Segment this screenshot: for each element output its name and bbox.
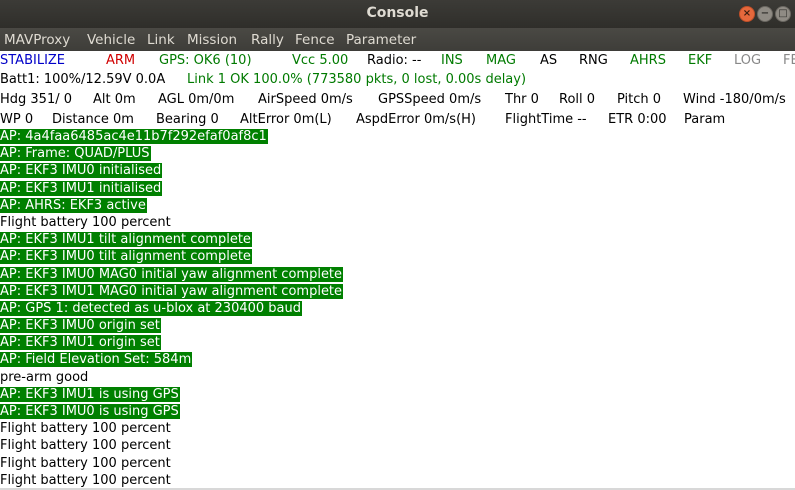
log-line-text: AP: EKF3 IMU0 initialised — [0, 163, 163, 179]
log-line: Flight battery 100 percent — [0, 420, 795, 437]
menu-fence[interactable]: Fence — [295, 32, 335, 48]
flight-time-readout: FlightTime -- — [505, 112, 587, 127]
vcc-status: Vcc 5.00 — [292, 53, 349, 68]
log-line-text: Flight battery 100 percent — [0, 214, 171, 230]
etr-readout: ETR 0:00 — [608, 112, 667, 127]
log-line: AP: EKF3 IMU1 is using GPS — [0, 386, 795, 403]
battery-status: Batt1: 100%/12.59V 0.0A — [0, 72, 166, 87]
log-line-text: Flight battery 100 percent — [0, 472, 171, 488]
maximize-button[interactable]: □ — [775, 6, 791, 22]
log-line: Flight battery 100 percent — [0, 214, 795, 231]
log-line-text: AP: Frame: QUAD/PLUS — [0, 146, 151, 162]
bearing-readout: Bearing 0 — [156, 112, 219, 127]
log-line: AP: EKF3 IMU0 initialised — [0, 162, 795, 179]
rng-status: RNG — [579, 53, 608, 68]
airspeed-readout: AirSpeed 0m/s — [258, 92, 353, 107]
gpsspeed-readout: GPSSpeed 0m/s — [378, 92, 482, 107]
arm-status: ARM — [106, 53, 136, 68]
ins-status: INS — [441, 53, 463, 68]
log-line: AP: EKF3 IMU0 is using GPS — [0, 403, 795, 420]
log-line-text: AP: EKF3 IMU1 origin set — [0, 335, 161, 351]
as-status: AS — [540, 53, 558, 68]
alt-error-readout: AltError 0m(L) — [240, 112, 332, 127]
ekf-status: EKF — [688, 53, 713, 68]
waypoint-readout: WP 0 — [0, 112, 34, 127]
gps-status: GPS: OK6 (10) — [159, 53, 252, 68]
log-line: Flight battery 100 percent — [0, 472, 795, 489]
log-line: AP: EKF3 IMU1 tilt alignment complete — [0, 231, 795, 248]
status-row-4: WP 0 Distance 0m Bearing 0 AltError 0m(L… — [0, 110, 795, 130]
menu-mavproxy[interactable]: MAVProxy — [4, 32, 70, 48]
wind-readout: Wind -180/0m/s — [683, 92, 786, 107]
log-line-text: AP: EKF3 IMU1 initialised — [0, 180, 163, 196]
log-line: AP: Frame: QUAD/PLUS — [0, 145, 795, 162]
throttle-readout: Thr 0 — [505, 92, 539, 107]
log-line: AP: 4a4faa6485ac4e11b7f292efaf0af8c1 — [0, 128, 795, 145]
title-bar: Console × − □ — [0, 0, 795, 28]
pitch-readout: Pitch 0 — [617, 92, 662, 107]
log-line: AP: GPS 1: detected as u-blox at 230400 … — [0, 300, 795, 317]
log-line: AP: EKF3 IMU1 origin set — [0, 334, 795, 351]
menu-mission[interactable]: Mission — [187, 32, 237, 48]
log-line-text: AP: GPS 1: detected as u-blox at 230400 … — [0, 300, 303, 316]
log-line: AP: EKF3 IMU0 origin set — [0, 317, 795, 334]
log-line-text: AP: EKF3 IMU0 is using GPS — [0, 404, 180, 419]
minimize-button[interactable]: − — [757, 6, 773, 22]
param-readout: Param — [684, 112, 726, 127]
heading-readout: Hdg 351/ 0 — [0, 92, 73, 107]
log-line: AP: Field Elevation Set: 584m — [0, 351, 795, 368]
console-log[interactable]: AP: 4a4faa6485ac4e11b7f292efaf0af8c1 AP: … — [0, 128, 795, 490]
menu-parameter[interactable]: Parameter — [346, 32, 416, 48]
log-line-text: Flight battery 100 percent — [0, 455, 171, 471]
log-line-text: AP: EKF3 IMU1 is using GPS — [0, 386, 180, 402]
mag-status: MAG — [486, 53, 516, 68]
altitude-readout: Alt 0m — [93, 92, 136, 107]
log-line-text: AP: EKF3 IMU1 MAG0 initial yaw alignment… — [0, 283, 344, 299]
log-line-text: AP: AHRS: EKF3 active — [0, 197, 147, 213]
log-line: pre-arm good — [0, 369, 795, 386]
mode-status: STABILIZE — [0, 53, 66, 68]
log-line: Flight battery 100 percent — [0, 437, 795, 454]
log-line: Flight battery 100 percent — [0, 455, 795, 472]
menu-rally[interactable]: Rally — [251, 32, 284, 48]
log-line-text: AP: EKF3 IMU0 tilt alignment complete — [0, 249, 252, 265]
log-line-text: AP: EKF3 IMU0 MAG0 initial yaw alignment… — [0, 266, 344, 282]
log-line: AP: EKF3 IMU1 MAG0 initial yaw alignment… — [0, 283, 795, 300]
log-line-text: pre-arm good — [0, 369, 89, 385]
ahrs-status: AHRS — [630, 53, 666, 68]
menu-link[interactable]: Link — [147, 32, 175, 48]
log-line: AP: AHRS: EKF3 active — [0, 197, 795, 214]
close-button[interactable]: × — [739, 6, 755, 22]
aspd-error-readout: AspdError 0m/s(H) — [356, 112, 476, 127]
fence-status: FE — [783, 53, 795, 68]
log-line: AP: EKF3 IMU1 initialised — [0, 180, 795, 197]
radio-status: Radio: -- — [367, 53, 422, 68]
menu-bar: MAVProxy Vehicle Link Mission Rally Fenc… — [0, 28, 795, 51]
menu-vehicle[interactable]: Vehicle — [87, 32, 135, 48]
log-line-text: AP: EKF3 IMU0 origin set — [0, 318, 161, 334]
status-row-2: Batt1: 100%/12.59V 0.0A Link 1 OK 100.0%… — [0, 70, 795, 90]
log-line-text: AP: EKF3 IMU1 tilt alignment complete — [0, 232, 252, 248]
roll-readout: Roll 0 — [559, 92, 596, 107]
link-status: Link 1 OK 100.0% (773580 pkts, 0 lost, 0… — [187, 72, 527, 87]
distance-readout: Distance 0m — [52, 112, 134, 127]
log-line: AP: EKF3 IMU0 tilt alignment complete — [0, 248, 795, 265]
log-line-text: AP: 4a4faa6485ac4e11b7f292efaf0af8c1 — [0, 129, 268, 144]
log-line-text: AP: Field Elevation Set: 584m — [0, 352, 193, 368]
log-status: LOG — [734, 53, 762, 68]
status-row-3: Hdg 351/ 0 Alt 0m AGL 0m/0m AirSpeed 0m/… — [0, 90, 795, 110]
window-title: Console — [366, 5, 429, 21]
log-line-text: Flight battery 100 percent — [0, 438, 171, 454]
log-line-text: Flight battery 100 percent — [0, 421, 171, 437]
status-row-1: STABILIZE ARM GPS: OK6 (10) Vcc 5.00 Rad… — [0, 51, 795, 71]
agl-readout: AGL 0m/0m — [158, 92, 235, 107]
log-line: AP: EKF3 IMU0 MAG0 initial yaw alignment… — [0, 266, 795, 283]
